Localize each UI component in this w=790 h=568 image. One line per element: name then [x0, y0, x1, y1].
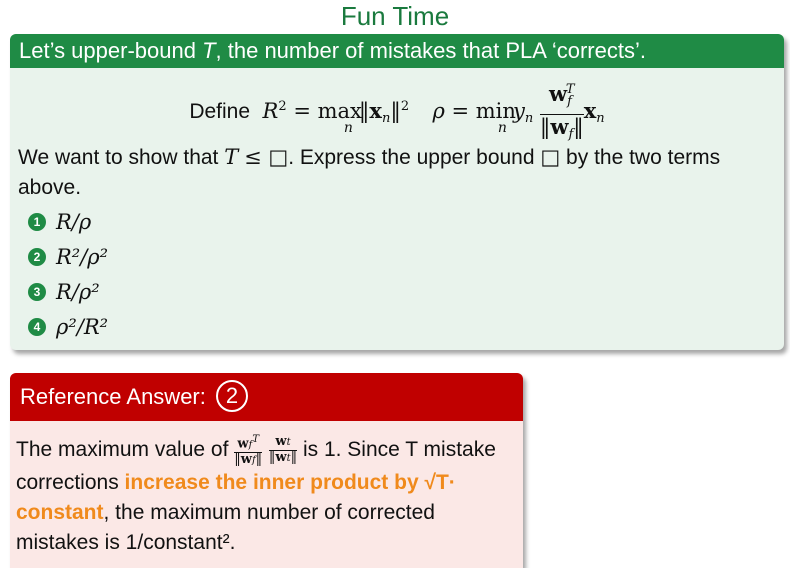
answer-box: Reference Answer: 2 The maximum value of…	[10, 373, 523, 568]
option-text: R/ρ²	[56, 279, 100, 304]
answer-part-1: The maximum value of	[16, 438, 229, 462]
define-label: Define	[189, 100, 251, 123]
option-2[interactable]: 2 R²/ρ²	[28, 239, 108, 274]
options-list: 1 R/ρ 2 R²/ρ² 3 R/ρ² 4 ρ²/R²	[28, 204, 108, 344]
rho-definition: ρ = minnyn wfT ‖wf‖ xn	[432, 82, 604, 143]
answer-number: 2	[216, 380, 248, 413]
option-1[interactable]: 1 R/ρ	[28, 204, 108, 239]
question-box: Let’s upper-bound T, the number of mista…	[10, 34, 784, 350]
answer-header: Reference Answer: 2	[10, 373, 523, 421]
option-number: 2	[28, 247, 46, 266]
option-text: R/ρ	[56, 209, 92, 234]
answer-header-label: Reference Answer:	[20, 384, 206, 409]
answer-text: The maximum value of wfT ‖wf‖ wt ‖wt‖ is 1…	[16, 433, 516, 558]
question-header: Let’s upper-bound T, the number of mista…	[10, 34, 784, 68]
option-text: R²/ρ²	[56, 244, 109, 269]
answer-formula: wfT ‖wf‖ wt ‖wt‖	[234, 434, 298, 468]
option-number: 3	[28, 282, 46, 301]
option-number: 1	[28, 212, 46, 231]
r-squared-definition: R2 = maxn‖xn‖2	[262, 98, 410, 136]
definition-line: Define R2 = maxn‖xn‖2 ρ = minnyn wfT ‖wf‖…	[10, 78, 784, 147]
slide-title: Fun Time	[340, 1, 450, 31]
option-3[interactable]: 3 R/ρ²	[28, 274, 108, 309]
question-text: We want to show that T ≤ □. Express the …	[18, 145, 721, 199]
option-text: ρ²/R²	[56, 314, 109, 339]
option-4[interactable]: 4 ρ²/R²	[28, 309, 108, 344]
option-number: 4	[28, 317, 46, 336]
